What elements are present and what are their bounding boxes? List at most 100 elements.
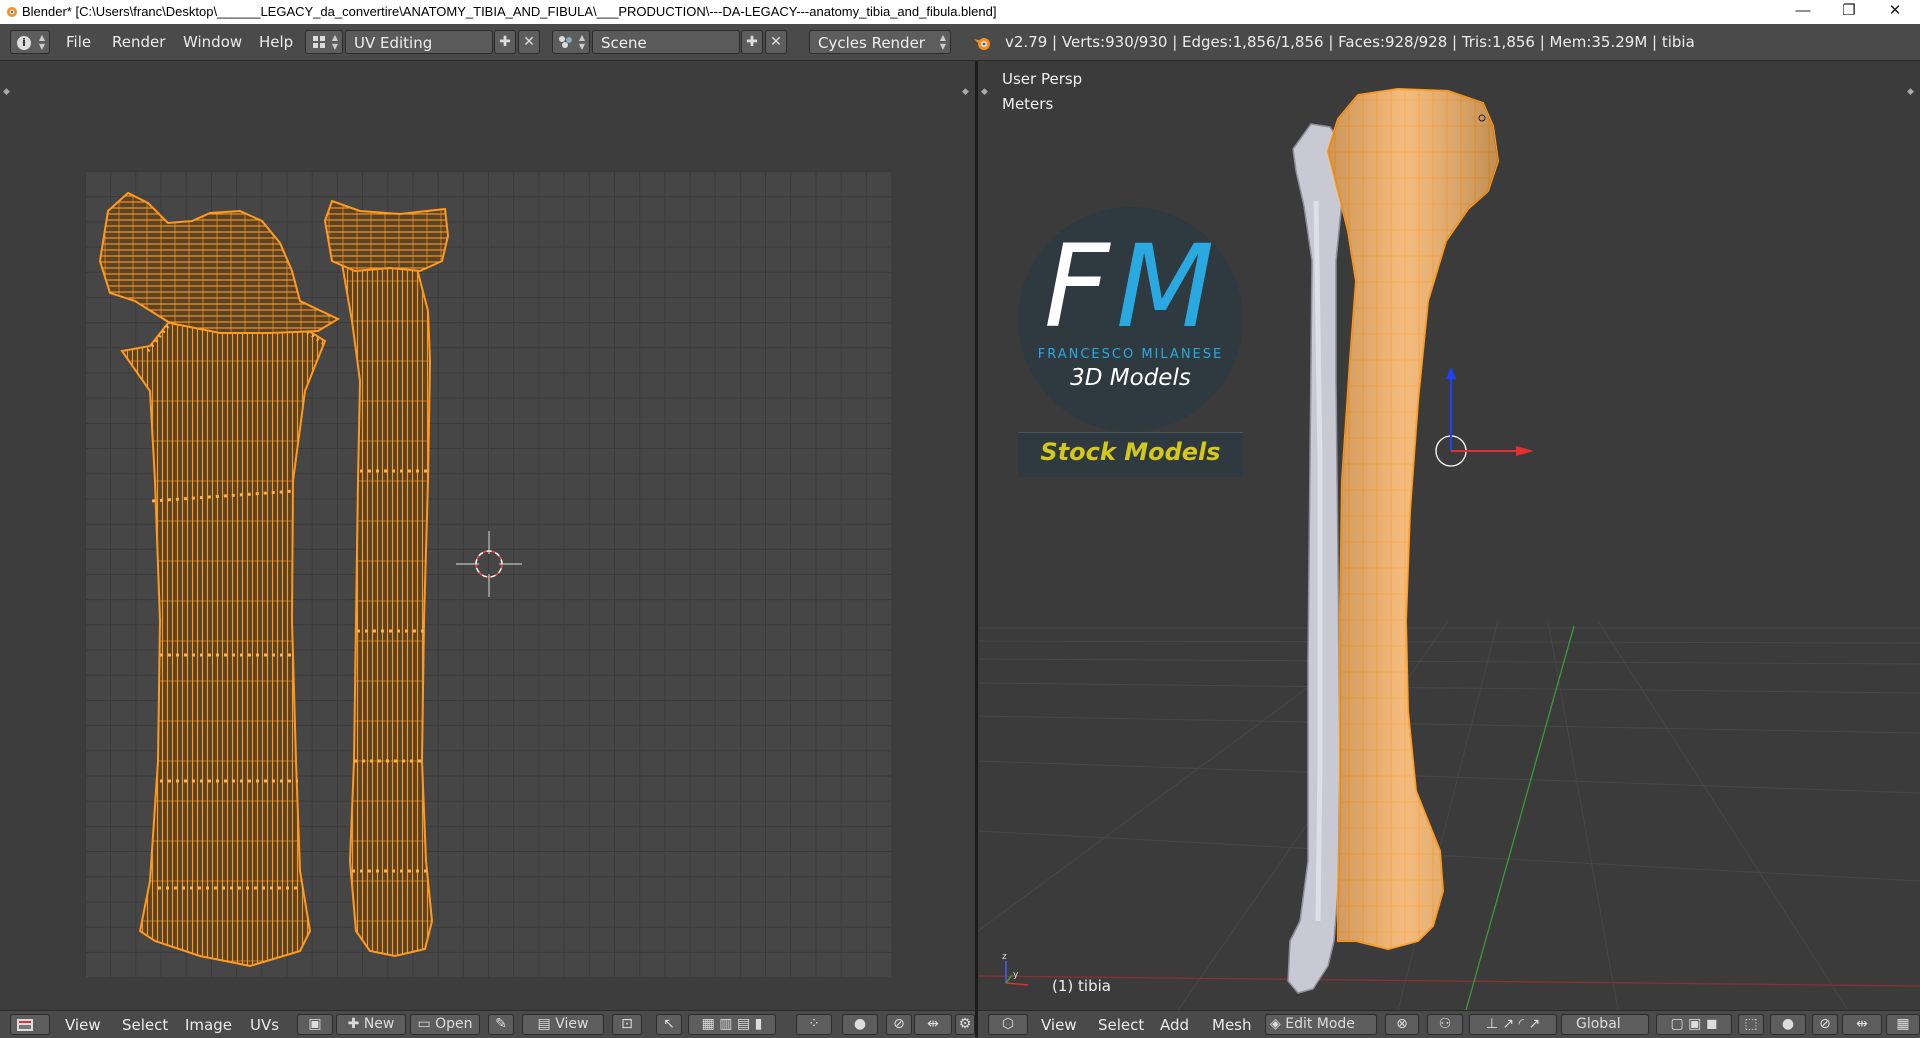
select-mode-icons: ▦ ▥ ▤ ▮ bbox=[701, 1016, 763, 1032]
uv-extra-button[interactable]: ⚙ bbox=[955, 1014, 975, 1035]
new-image-label: New bbox=[363, 1016, 395, 1032]
3d-menu-select[interactable]: Select bbox=[1098, 1016, 1144, 1034]
extra-button-3d[interactable]: ▦ bbox=[1886, 1014, 1920, 1035]
pivot-point-select[interactable]: ⚇ bbox=[1427, 1014, 1463, 1035]
editor-type-info-button[interactable]: i ▲ ▼ bbox=[10, 30, 50, 54]
delete-screen-button[interactable]: ✕ bbox=[518, 30, 540, 54]
restore-button[interactable]: ❐ bbox=[1826, 0, 1872, 24]
manipulator-group[interactable]: ⊥ ↗ ◜ ↗ bbox=[1469, 1014, 1557, 1035]
window-title-bar: Blender* [C:\Users\franc\Desktop\______L… bbox=[0, 0, 1920, 24]
viewport-scene[interactable]: z y bbox=[978, 61, 1920, 1010]
minimize-button[interactable]: — bbox=[1780, 0, 1826, 24]
cursor-icon: ↖ bbox=[663, 1016, 675, 1032]
uv-menu-image[interactable]: Image bbox=[185, 1016, 232, 1034]
uv-island-fibula-shaft bbox=[338, 217, 434, 958]
image-browse-button[interactable]: ▣ bbox=[297, 1014, 333, 1035]
delete-scene-button[interactable]: ✕ bbox=[765, 30, 787, 54]
view-mode-select[interactable]: ▤ View bbox=[522, 1014, 604, 1035]
add-screen-button[interactable]: ✚ bbox=[494, 30, 516, 54]
uv-islands[interactable] bbox=[0, 61, 975, 1010]
menu-window[interactable]: Window bbox=[183, 33, 242, 51]
screen-layout-field[interactable]: UV Editing bbox=[345, 30, 493, 54]
folder-icon: ▭ bbox=[417, 1016, 436, 1032]
render-engine-name: Cycles Render bbox=[818, 34, 925, 52]
viewport-shading-select[interactable]: ⊗ bbox=[1385, 1014, 1419, 1035]
editor-type-3d-button[interactable]: ⬡ bbox=[988, 1014, 1028, 1035]
updown-icon: ▲ ▼ bbox=[939, 33, 946, 51]
3d-view-icon: ⬡ bbox=[1001, 1016, 1015, 1032]
uv-island-fibula-head bbox=[323, 199, 450, 273]
scene-statistics: v2.79 | Verts:930/930 | Edges:1,856/1,85… bbox=[1005, 33, 1695, 51]
mesh-select-mode-group[interactable]: ▢ ▣ ◼ bbox=[1656, 1014, 1732, 1035]
scene-field[interactable]: Scene bbox=[592, 30, 740, 54]
edit-mode-icon: ◈ bbox=[1270, 1016, 1286, 1032]
open-image-button[interactable]: ▭ Open bbox=[410, 1014, 480, 1035]
new-image-button[interactable]: ✚ New bbox=[336, 1014, 406, 1035]
interaction-mode-label: Edit Mode bbox=[1285, 1016, 1355, 1032]
plus-icon: ✚ bbox=[347, 1016, 364, 1032]
interaction-mode-select[interactable]: ◈ Edit Mode bbox=[1265, 1014, 1377, 1035]
updown-icon: ▲ ▼ bbox=[578, 33, 585, 51]
sticky-select-button[interactable]: ↖ bbox=[656, 1014, 682, 1035]
badge-text: Stock Models bbox=[1040, 438, 1221, 466]
menu-file[interactable]: File bbox=[66, 33, 91, 51]
logo-tagline: 3D Models bbox=[1070, 365, 1191, 391]
snap-icon: ● bbox=[853, 1016, 867, 1032]
snap-element-icon: ⇹ bbox=[1856, 1016, 1868, 1032]
magnet-icon: ⊘ bbox=[893, 1016, 905, 1032]
x-icon: ✕ bbox=[770, 34, 782, 50]
view-axis-indicator: z y bbox=[1002, 952, 1029, 986]
occlude-geometry-button[interactable]: ⬚ bbox=[1738, 1014, 1764, 1035]
svg-text:y: y bbox=[1013, 970, 1019, 980]
close-window-button[interactable]: ✕ bbox=[1872, 0, 1918, 24]
uv-editor-header: View Select Image UVs ▣ ✚ New ▭ Open ✎ ▤… bbox=[0, 1010, 975, 1038]
screen-layout-name: UV Editing bbox=[354, 34, 433, 52]
blender-logo-icon bbox=[974, 38, 990, 50]
editor-type-uv-button[interactable] bbox=[10, 1014, 50, 1035]
3d-menu-add[interactable]: Add bbox=[1160, 1016, 1189, 1034]
snap-button-3d[interactable]: ⊘ bbox=[1812, 1014, 1838, 1035]
view-mode-icon: ▤ bbox=[537, 1016, 556, 1032]
pivot-icon: ⊡ bbox=[621, 1016, 633, 1032]
3d-menu-mesh[interactable]: Mesh bbox=[1212, 1016, 1252, 1034]
3d-menu-view[interactable]: View bbox=[1041, 1016, 1077, 1034]
menu-help[interactable]: Help bbox=[259, 33, 293, 51]
proportional-edit-button[interactable]: ⁘ bbox=[796, 1014, 832, 1035]
stock-models-badge: Stock Models bbox=[1018, 432, 1243, 477]
x-axis-line bbox=[978, 975, 1920, 987]
uv-menu-uvs[interactable]: UVs bbox=[250, 1016, 279, 1034]
image-editor-icon bbox=[17, 1019, 33, 1031]
render-engine-select[interactable]: Cycles Render ▲ ▼ bbox=[809, 30, 951, 54]
pivot-button[interactable]: ⊡ bbox=[612, 1014, 642, 1035]
updown-icon: ▲ ▼ bbox=[331, 33, 338, 51]
menu-render[interactable]: Render bbox=[112, 33, 165, 51]
shading-icon: ⊗ bbox=[1396, 1016, 1408, 1032]
plus-icon: ✚ bbox=[746, 34, 758, 50]
scene-browse-button[interactable]: ▲ ▼ bbox=[552, 30, 590, 54]
orientation-label: Global bbox=[1576, 1016, 1621, 1032]
pin-button[interactable]: ✎ bbox=[488, 1014, 514, 1035]
magnet-icon: ⊘ bbox=[1819, 1016, 1831, 1032]
uv-menu-view[interactable]: View bbox=[65, 1016, 101, 1034]
sync-icon: ⇹ bbox=[927, 1016, 939, 1032]
transform-orientation-select[interactable]: Global bbox=[1561, 1014, 1649, 1035]
uv-sync-button[interactable]: ⇹ bbox=[914, 1014, 952, 1035]
snap-element-button[interactable]: ⊘ bbox=[886, 1014, 912, 1035]
x-icon: ✕ bbox=[523, 34, 535, 50]
proportional-edit-button-3d[interactable]: ● bbox=[1770, 1014, 1806, 1035]
uv-select-mode-group[interactable]: ▦ ▥ ▤ ▮ bbox=[688, 1014, 776, 1035]
uv-island-tibia-shaft bbox=[120, 283, 327, 968]
uv-menu-select[interactable]: Select bbox=[122, 1016, 168, 1034]
3d-viewport[interactable]: ◆ ◆ User Persp Meters z y F M FRANCESCO … bbox=[978, 61, 1920, 1010]
svg-text:z: z bbox=[1002, 952, 1007, 962]
uv-image-editor[interactable]: ◆ ◆ bbox=[0, 61, 975, 1010]
add-scene-button[interactable]: ✚ bbox=[741, 30, 763, 54]
screen-layout-browse-button[interactable]: ▲ ▼ bbox=[305, 30, 343, 54]
pin-icon: ✎ bbox=[495, 1016, 507, 1032]
scene-name: Scene bbox=[601, 34, 647, 52]
snap-toggle-button[interactable]: ● bbox=[842, 1014, 878, 1035]
logo-letter-m: M bbox=[1116, 220, 1215, 353]
snap-element-select-3d[interactable]: ⇹ bbox=[1842, 1014, 1882, 1035]
window-title: Blender* [C:\Users\franc\Desktop\______L… bbox=[22, 4, 997, 19]
logo-letter-f: F bbox=[1044, 220, 1110, 353]
